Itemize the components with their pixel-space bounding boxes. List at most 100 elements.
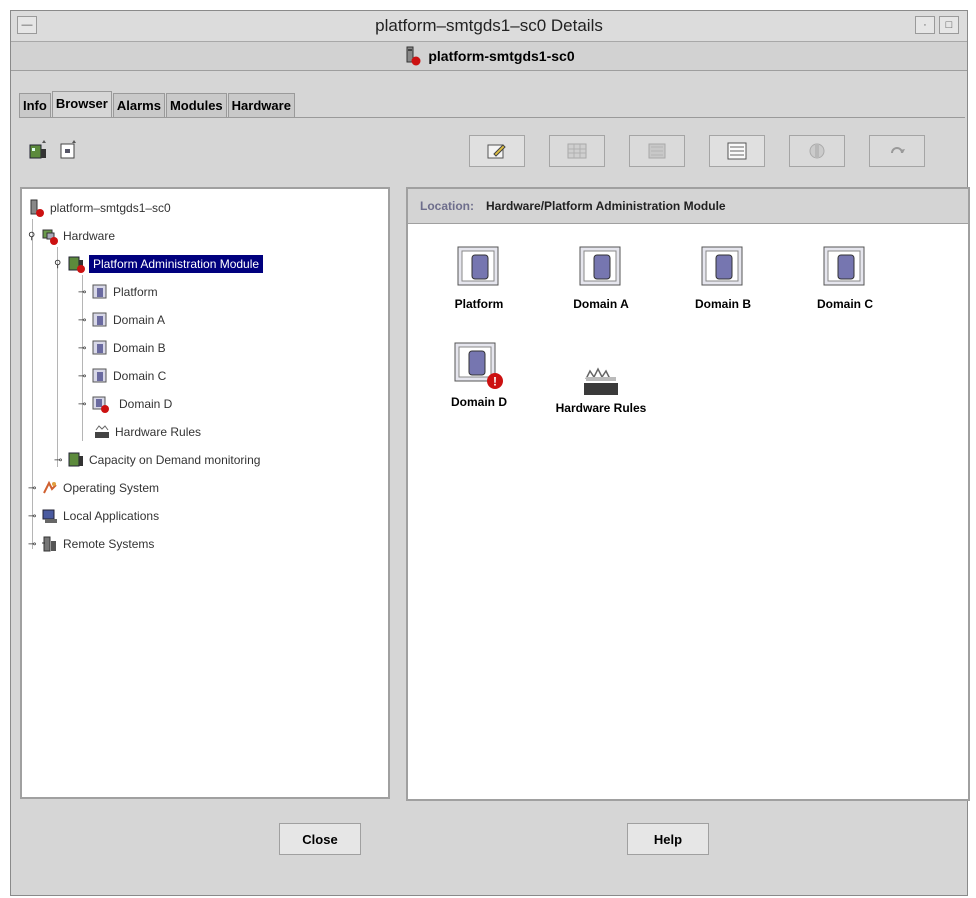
location-bar: Location: Hardware/Platform Administrati… xyxy=(408,189,968,224)
item-label: Hardware Rules xyxy=(555,401,647,415)
tree-node-hardware[interactable]: ⚲ Hardware xyxy=(28,225,115,247)
tab-bar: Info Browser Alarms Modules Hardware xyxy=(19,91,296,117)
tree-guide xyxy=(32,219,33,549)
tab-info[interactable]: Info xyxy=(19,93,51,117)
tree-label: Domain C xyxy=(113,369,167,383)
tab-hardware[interactable]: Hardware xyxy=(227,93,295,117)
content-item-domain-b[interactable]: Domain B xyxy=(668,245,778,311)
tree-node-domain-d[interactable]: ⊸ Domain D xyxy=(78,393,172,415)
tree-label: Domain B xyxy=(113,341,166,355)
item-label: Domain C xyxy=(816,297,873,311)
window-title: platform–smtgds1–sc0 Details xyxy=(375,16,603,35)
rules-icon xyxy=(95,425,109,438)
graph-button[interactable] xyxy=(629,135,685,167)
refresh-icon xyxy=(891,147,905,154)
expand-handle-icon[interactable]: ⊸ xyxy=(78,315,88,326)
item-label: Platform xyxy=(454,297,504,311)
content-item-domain-d[interactable]: ! Domain D xyxy=(424,341,534,409)
domain-alarm-icon xyxy=(92,396,109,413)
platform-icon xyxy=(457,246,499,286)
window-menu-button[interactable]: — xyxy=(17,16,37,34)
host-alarm-icon xyxy=(30,199,44,217)
edit-button[interactable] xyxy=(469,135,525,167)
content-item-platform[interactable]: Platform xyxy=(424,245,534,311)
hardware-alarm-icon xyxy=(42,229,58,245)
new-object-icon[interactable] xyxy=(27,139,49,161)
tab-divider xyxy=(19,117,965,118)
content-pane[interactable]: Location: Hardware/Platform Administrati… xyxy=(406,187,970,801)
tab-browser[interactable]: Browser xyxy=(51,91,112,117)
domain-alarm-icon: ! xyxy=(454,342,503,389)
edit-icon xyxy=(487,144,506,159)
tree-node-local-apps[interactable]: ⊸ Local Applications xyxy=(28,505,159,527)
graph-icon xyxy=(648,143,666,159)
remote-systems-icon xyxy=(42,536,56,552)
collapse-handle-icon[interactable]: ⚲ xyxy=(28,231,38,242)
table-icon xyxy=(567,143,587,159)
tree-node-hardware-rules[interactable]: Hardware Rules xyxy=(93,421,201,443)
content-item-hardware-rules[interactable]: Hardware Rules xyxy=(546,359,656,415)
tree-label: platform–smtgds1–sc0 xyxy=(50,201,171,215)
tree-node-domain-b[interactable]: ⊸ Domain B xyxy=(78,337,166,359)
item-label: Domain A xyxy=(573,297,629,311)
tree-label: Capacity on Demand monitoring xyxy=(89,453,261,467)
tree-label: Domain A xyxy=(113,313,166,327)
maximize-button[interactable]: □ xyxy=(939,16,959,34)
tree-node-root[interactable]: platform–smtgds1–sc0 xyxy=(28,197,171,219)
tab-alarms[interactable]: Alarms xyxy=(112,93,165,117)
tree-label: Operating System xyxy=(63,481,160,495)
list-view-button[interactable] xyxy=(709,135,765,167)
tree-label: Platform xyxy=(113,285,158,299)
tab-modules[interactable]: Modules xyxy=(165,93,227,117)
tree-node-pam[interactable]: ⚲ Platform Administration Module xyxy=(54,253,264,275)
tree-node-remote[interactable]: ⊸ Remote Systems xyxy=(28,533,154,555)
probe-button[interactable] xyxy=(789,135,845,167)
domain-icon xyxy=(579,246,621,286)
location-label: Location: xyxy=(420,199,474,213)
expand-handle-icon[interactable]: ⊸ xyxy=(28,539,38,550)
help-button[interactable]: Help xyxy=(627,823,709,855)
tree-label: Local Applications xyxy=(63,509,160,523)
domain-icon xyxy=(823,246,865,286)
tree-node-capacity[interactable]: ⊸ Capacity on Demand monitoring xyxy=(54,449,260,471)
title-bar[interactable]: — platform–smtgds1–sc0 Details · □ xyxy=(11,11,967,42)
tree-node-domain-a[interactable]: ⊸ Domain A xyxy=(78,309,165,331)
expand-handle-icon[interactable]: ⊸ xyxy=(78,287,88,298)
content-item-domain-c[interactable]: Domain C xyxy=(790,245,900,311)
collapse-handle-icon[interactable]: ⚲ xyxy=(54,259,64,270)
tree-label: Remote Systems xyxy=(63,537,155,551)
expand-handle-icon[interactable]: ⊸ xyxy=(78,399,88,410)
alarm-badge: ! xyxy=(493,375,497,389)
refresh-button[interactable] xyxy=(869,135,925,167)
tree-label: Domain D xyxy=(119,397,173,411)
domain-icon xyxy=(92,368,107,383)
host-alarm-icon xyxy=(406,46,421,66)
item-label: Domain D xyxy=(450,395,507,409)
local-applications-icon xyxy=(42,509,57,523)
capacity-icon xyxy=(68,452,83,467)
expand-handle-icon[interactable]: ⊸ xyxy=(78,343,88,354)
tree-node-domain-c[interactable]: ⊸ Domain C xyxy=(78,365,166,387)
details-window: — platform–smtgds1–sc0 Details · □ platf… xyxy=(10,10,970,896)
expand-handle-icon[interactable]: ⊸ xyxy=(78,371,88,382)
expand-handle-icon[interactable]: ⊸ xyxy=(28,483,38,494)
domain-icon xyxy=(92,340,107,355)
item-label: Domain B xyxy=(694,297,751,311)
list-view-icon xyxy=(727,142,747,160)
probe-icon xyxy=(809,143,825,159)
tree-label: Hardware xyxy=(63,229,116,243)
close-button[interactable]: Close xyxy=(279,823,361,855)
tree-label: Hardware Rules xyxy=(115,425,202,439)
table-view-button[interactable] xyxy=(549,135,605,167)
expand-handle-icon[interactable]: ⊸ xyxy=(54,455,64,466)
minimize-button[interactable]: · xyxy=(915,16,935,34)
tree-node-platform[interactable]: ⊸ Platform xyxy=(78,281,158,303)
expand-handle-icon[interactable]: ⊸ xyxy=(28,511,38,522)
properties-icon[interactable] xyxy=(57,139,79,161)
tree-label-selected: Platform Administration Module xyxy=(89,255,264,273)
content-item-domain-a[interactable]: Domain A xyxy=(546,245,656,311)
header-title: platform-smtgds1-sc0 xyxy=(428,48,575,64)
rules-icon xyxy=(584,367,618,395)
tree-node-os[interactable]: ⊸ Operating System xyxy=(28,477,159,499)
tree-pane[interactable]: platform–smtgds1–sc0 ⚲ Hardware ⚲ Platfo… xyxy=(20,187,390,799)
